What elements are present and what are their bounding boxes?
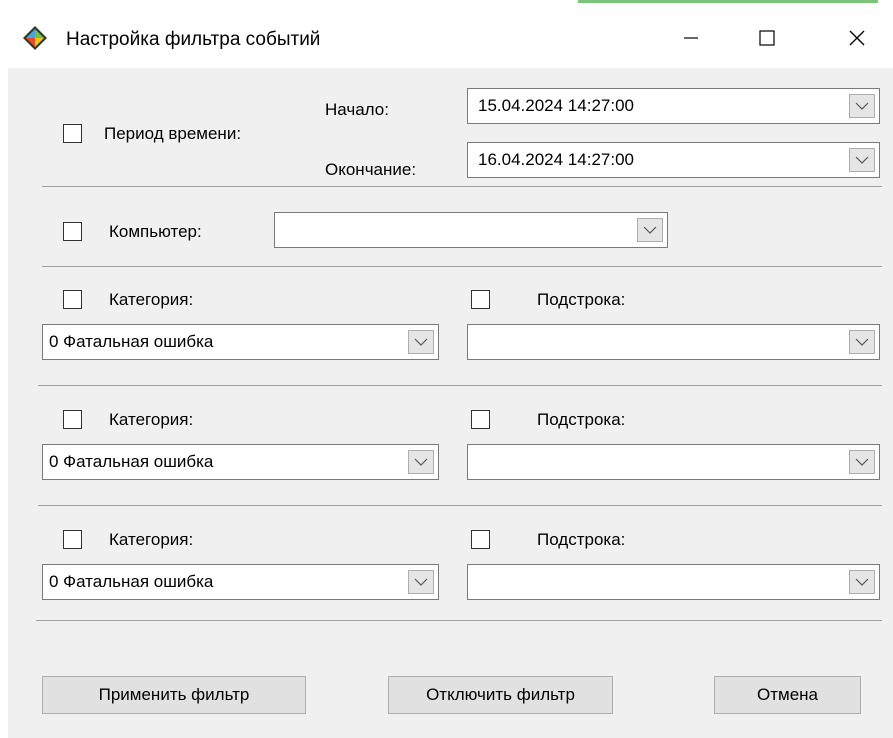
close-button[interactable] <box>826 8 888 68</box>
category-value-2: 0 Фатальная ошибка <box>49 452 214 471</box>
substring-combo-3[interactable] <box>467 564 880 600</box>
separator <box>38 385 882 386</box>
category-checkbox-2[interactable] <box>63 410 82 429</box>
substring-dropdown-button-3[interactable] <box>849 570 875 594</box>
substring-checkbox-2[interactable] <box>471 410 490 429</box>
separator <box>42 186 882 187</box>
start-date-value: 15.04.2024 14:27:00 <box>478 96 634 115</box>
computer-checkbox[interactable] <box>63 222 82 241</box>
cancel-button[interactable]: Отмена <box>714 676 861 714</box>
maximize-icon <box>759 30 775 46</box>
substring-combo-1[interactable] <box>467 324 880 360</box>
category-select-1[interactable]: 0 Фатальная ошибка <box>42 324 439 360</box>
category-checkbox-3[interactable] <box>63 530 82 549</box>
start-date-dropdown-button[interactable] <box>849 94 875 118</box>
end-date-value: 16.04.2024 14:27:00 <box>478 150 634 169</box>
window-title: Настройка фильтра событий <box>66 29 321 50</box>
diamond-app-icon <box>23 26 47 50</box>
start-label: Начало: <box>325 100 389 119</box>
disable-filter-button[interactable]: Отключить фильтр <box>388 676 613 714</box>
apply-filter-button[interactable]: Применить фильтр <box>42 676 306 714</box>
substring-checkbox-1[interactable] <box>471 290 490 309</box>
substring-label-1: Подстрока: <box>537 290 626 309</box>
category-value-1: 0 Фатальная ошибка <box>49 332 214 351</box>
substring-label-3: Подстрока: <box>537 530 626 549</box>
minimize-button[interactable] <box>660 8 722 68</box>
chevron-down-icon <box>855 578 869 586</box>
substring-label-2: Подстрока: <box>537 410 626 429</box>
category-checkbox-1[interactable] <box>63 290 82 309</box>
computer-select[interactable] <box>274 212 668 248</box>
chevron-down-icon <box>414 458 428 466</box>
substring-checkbox-3[interactable] <box>471 530 490 549</box>
substring-dropdown-button-2[interactable] <box>849 450 875 474</box>
end-date-picker[interactable]: 16.04.2024 14:27:00 <box>467 142 880 178</box>
background-green-bar <box>578 0 878 3</box>
computer-label: Компьютер: <box>109 222 202 241</box>
separator <box>36 620 882 621</box>
category-label-2: Категория: <box>109 410 194 429</box>
period-label: Период времени: <box>104 124 242 143</box>
period-checkbox[interactable] <box>63 124 82 143</box>
maximize-button[interactable] <box>736 8 798 68</box>
computer-dropdown-button[interactable] <box>637 218 663 242</box>
category-label-3: Категория: <box>109 530 194 549</box>
background-strip <box>0 0 893 8</box>
start-date-picker[interactable]: 15.04.2024 14:27:00 <box>467 88 880 124</box>
end-label: Окончание: <box>325 160 417 179</box>
end-date-dropdown-button[interactable] <box>849 148 875 172</box>
category-dropdown-button-3[interactable] <box>408 570 434 594</box>
category-select-3[interactable]: 0 Фатальная ошибка <box>42 564 439 600</box>
chevron-down-icon <box>414 338 428 346</box>
minimize-icon <box>684 37 698 39</box>
chevron-down-icon <box>855 156 869 164</box>
category-dropdown-button-2[interactable] <box>408 450 434 474</box>
substring-combo-2[interactable] <box>467 444 880 480</box>
separator <box>38 505 882 506</box>
close-icon <box>849 30 865 46</box>
chevron-down-icon <box>643 226 657 234</box>
chevron-down-icon <box>855 458 869 466</box>
chevron-down-icon <box>855 338 869 346</box>
category-select-2[interactable]: 0 Фатальная ошибка <box>42 444 439 480</box>
separator <box>42 266 882 267</box>
category-dropdown-button-1[interactable] <box>408 330 434 354</box>
category-value-3: 0 Фатальная ошибка <box>49 572 214 591</box>
substring-dropdown-button-1[interactable] <box>849 330 875 354</box>
chevron-down-icon <box>855 102 869 110</box>
chevron-down-icon <box>414 578 428 586</box>
category-label-1: Категория: <box>109 290 194 309</box>
